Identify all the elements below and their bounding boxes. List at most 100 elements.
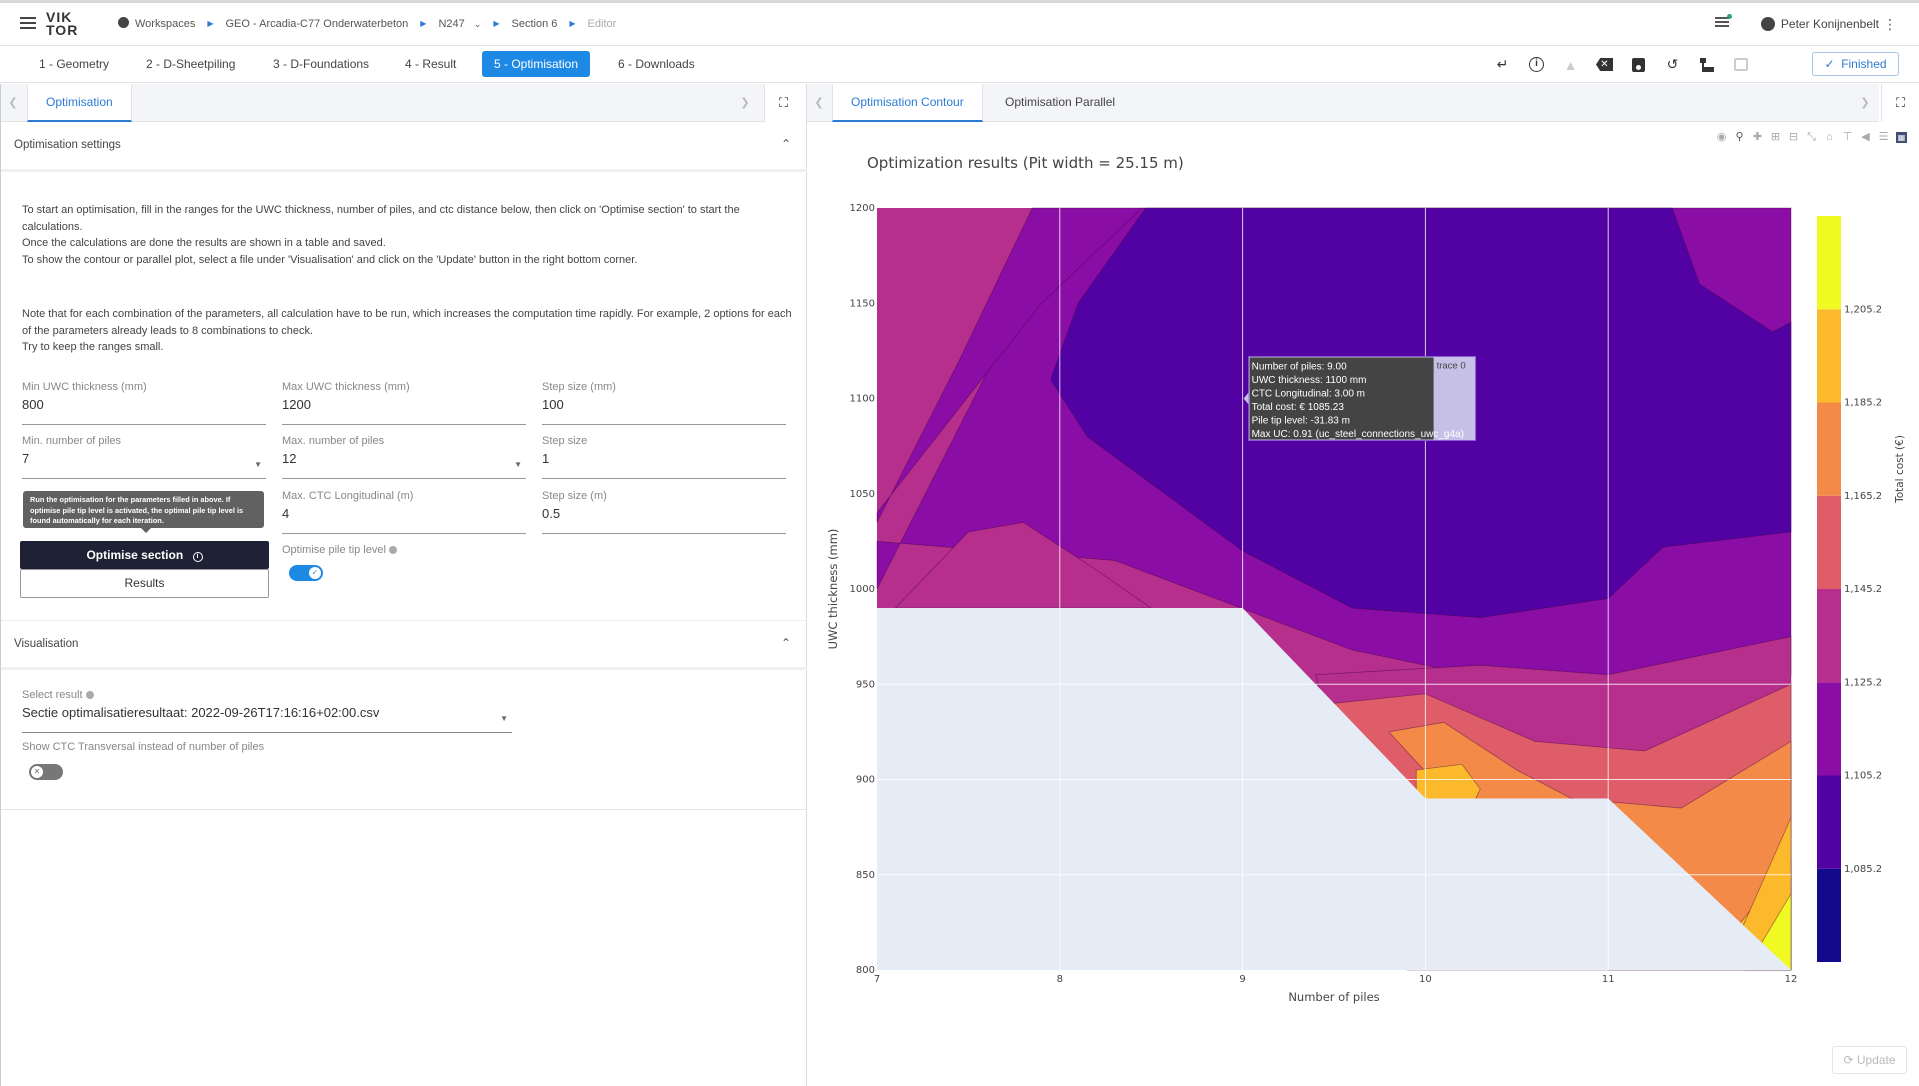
colorbar-tick-label: 1,125.2 [1844,677,1882,688]
max-piles-select[interactable]: Max. number of piles 12 ▼ [282,434,526,479]
info-icon: i [192,552,203,562]
notification-dot [1727,14,1732,19]
results-button[interactable]: Results [20,569,269,598]
save-icon[interactable] [1630,56,1647,73]
optimise-tip-toggle[interactable]: ✓ [289,565,323,581]
finished-label: Finished [1841,57,1887,71]
step-result[interactable]: 4 - Result [393,51,468,77]
info-icon[interactable] [388,546,397,554]
avatar-icon [1760,17,1775,31]
step-mm-field[interactable]: Step size (mm) 100 [542,380,786,425]
x-tick-label: 9 [1239,974,1245,985]
user-menu[interactable]: Peter Konijnenbelt [1760,17,1879,31]
scroll-right-arrow[interactable]: ❯ [735,84,755,122]
label-text: Select result [22,689,83,701]
warning-icon[interactable]: ▲ [1562,56,1579,73]
step-downloads[interactable]: 6 - Downloads [606,51,707,77]
optimise-section-button[interactable]: Optimise section i [20,541,269,569]
fullscreen-icon[interactable]: ⛶ [764,84,802,122]
section-visualisation[interactable]: Visualisation ⌃ [1,620,807,670]
database-icon[interactable] [1732,56,1749,73]
intro-line-2: Once the calculations are done the resul… [22,237,386,249]
breadcrumb-n247[interactable]: N247 ⌄ [438,18,481,30]
max-uwc-field[interactable]: Max UWC thickness (mm) 1200 [282,380,526,425]
enter-icon[interactable]: ↵ [1494,56,1511,73]
refresh-icon: ⟳ [1843,1053,1854,1067]
max-ctc-field[interactable]: Max. CTC Longitudinal (m) 4 [282,489,526,534]
field-value: 12 [282,451,297,466]
intro-line-1: To start an optimisation, fill in the ra… [22,204,740,233]
colorbar-tick-label: 1,085.2 [1844,864,1882,875]
breadcrumb-project[interactable]: GEO - Arcadia-C77 Onderwaterbeton [225,18,408,30]
breadcrumb-label: N247 [438,17,465,30]
field-label: Max. CTC Longitudinal (m) [282,490,414,502]
dropdown-arrow-icon: ▼ [254,460,262,469]
clear-icon[interactable]: ✕ [1596,56,1613,73]
logo-line-2: TOR [46,22,79,38]
info-icon[interactable]: i [1528,56,1545,73]
hierarchy-icon[interactable] [1698,56,1715,73]
history-icon[interactable]: ↺ [1664,56,1681,73]
field-value: 800 [22,397,44,412]
section-optimisation-settings[interactable]: Optimisation settings ⌃ [1,122,807,172]
update-label: Update [1856,1053,1896,1067]
colorbar-band [1817,775,1841,869]
x-tick-label: 8 [1057,974,1063,985]
update-button[interactable]: ⟳ Update [1832,1046,1907,1074]
label-text: Optimise pile tip level [282,544,386,556]
scroll-left-arrow[interactable]: ❮ [3,84,23,122]
divider [1,809,807,810]
tab-optimisation[interactable]: Optimisation [27,84,132,122]
check-icon: ✓ [309,567,321,579]
menu-icon[interactable] [20,17,36,29]
ctc-transversal-toggle[interactable]: ✕ [29,764,63,780]
field-value: 0.5 [542,506,561,521]
field-label: Min UWC thickness (mm) [22,381,147,393]
tasks-icon[interactable] [1715,14,1732,29]
field-value: 7 [22,451,30,466]
field-value: 1 [542,451,550,466]
chevron-right-icon: ▶ [207,19,214,28]
step-piles-field[interactable]: Step size 1 [542,434,786,479]
step-m-field[interactable]: Step size (m) 0.5 [542,489,786,534]
chevron-up-icon[interactable]: ⌃ [781,137,791,151]
min-uwc-field[interactable]: Min UWC thickness (mm) 800 [22,380,266,425]
hover-label-line: Max UC: 0.91 (uc_steel_connections_uwc_g… [1252,429,1464,440]
field-value: 1200 [282,397,311,412]
y-tick-label: 850 [856,870,875,881]
field-value: Sectie optimalisatieresultaat: 2022-09-2… [22,705,380,720]
step-optimisation[interactable]: 5 - Optimisation [482,51,591,77]
finished-button[interactable]: ✓ Finished [1812,52,1899,76]
step-d-sheetpiling[interactable]: 2 - D-Sheetpiling [134,51,247,77]
x-tick-label: 10 [1419,974,1432,985]
y-tick-label: 950 [856,679,875,690]
step-d-foundations[interactable]: 3 - D-Foundations [261,51,381,77]
colorbar-title: Total cost (€) [1894,435,1906,504]
globe-icon [118,17,129,28]
dropdown-arrow-icon: ▼ [514,460,522,469]
colorbar-band [1817,402,1841,496]
field-label: Step size (mm) [542,381,616,393]
optimise-tip-label: Optimise pile tip level [282,544,397,556]
breadcrumb-section[interactable]: Section 6 [512,18,558,30]
min-piles-select[interactable]: Min. number of piles 7 ▼ [22,434,266,479]
chevron-up-icon[interactable]: ⌃ [781,636,791,650]
field-label: Min. number of piles [22,435,122,447]
select-result-dropdown[interactable]: Select result Sectie optimalisatieresult… [22,688,512,733]
left-panel: ❮ Optimisation ❯ ⛶ Optimisation settings… [0,84,807,1086]
hover-label-line: UWC thickness: 1100 mm [1252,375,1367,386]
more-options-icon[interactable]: ⋮ [1883,16,1897,33]
colorbar-tick-label: 1,205.2 [1844,304,1882,315]
step-geometry[interactable]: 1 - Geometry [27,51,121,77]
section-title: Optimisation settings [14,139,121,151]
contour-chart[interactable]: 7 8 9 10 11 128008509009501000105011001150120… [807,84,1919,1044]
y-tick-label: 1200 [850,203,875,214]
left-tab-strip: ❮ Optimisation ❯ [1,84,769,122]
optimise-tooltip: Run the optimisation for the parameters … [23,491,264,533]
colorbar-tick-label: 1,145.2 [1844,584,1882,595]
field-label: Step size [542,435,588,447]
breadcrumb-workspaces[interactable]: Workspaces [118,17,195,30]
viktor-logo[interactable]: VIK TOR [46,10,79,38]
user-name: Peter Konijnenbelt [1780,17,1879,31]
y-tick-label: 1050 [850,489,875,500]
